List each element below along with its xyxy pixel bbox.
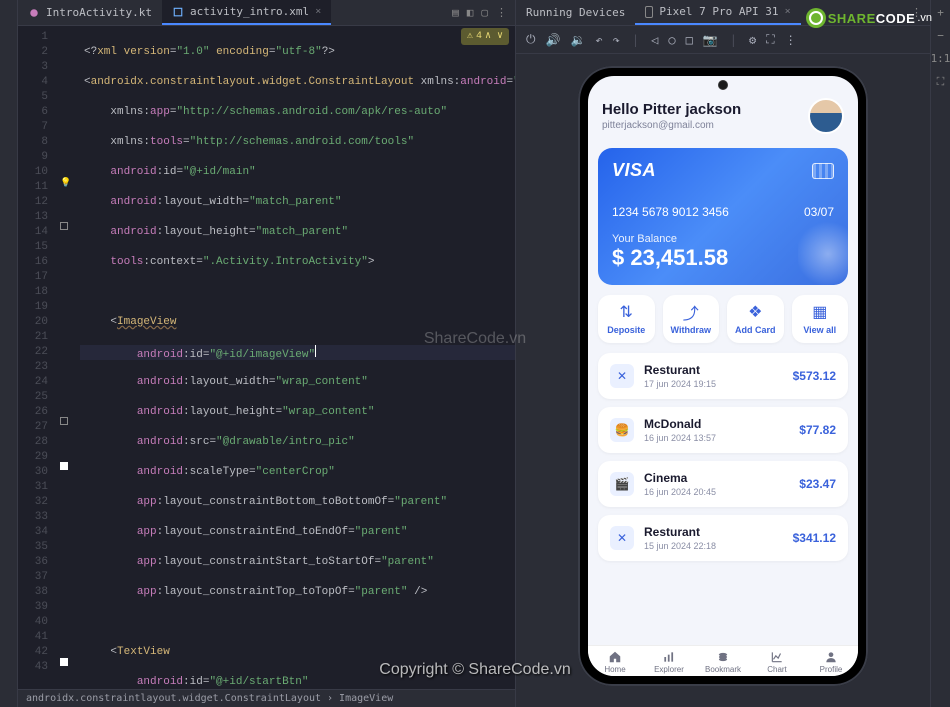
- design-view-icon[interactable]: ▢: [481, 6, 488, 19]
- phone-camera: [718, 80, 728, 90]
- color-swatch-icon[interactable]: [60, 658, 68, 666]
- withdraw-button[interactable]: ⤴ Withdraw: [663, 295, 720, 343]
- grid-icon: ▦: [794, 303, 847, 321]
- phone-screen[interactable]: Hello Pitter jackson pitterjackson@gmail…: [588, 76, 858, 676]
- cinema-icon: 🎬: [610, 472, 634, 496]
- bookmark-icon[interactable]: [60, 222, 68, 230]
- card-number: 1234 5678 9012 3456: [612, 205, 729, 219]
- editor-panel: IntroActivity.kt activity_intro.xml × ▤ …: [18, 0, 515, 707]
- emulator-panel: Running Devices Pixel 7 Pro API 31 × + ⋮…: [515, 0, 930, 707]
- zoom-actual-button[interactable]: ⛶: [937, 75, 945, 89]
- greeting-text: Hello Pitter jackson: [602, 101, 808, 118]
- nav-home[interactable]: Home: [588, 650, 642, 674]
- close-icon[interactable]: ×: [785, 6, 791, 17]
- power-icon[interactable]: ⏻: [526, 32, 536, 47]
- nav-chart[interactable]: Chart: [750, 650, 804, 674]
- activity-bar[interactable]: [0, 0, 18, 707]
- zoom-out-button[interactable]: −: [937, 29, 944, 42]
- sharecode-logo: SHARECODE.vn: [806, 8, 932, 28]
- right-tool-sidebar: + − 1:1 ⛶: [930, 0, 950, 707]
- volume-down-icon[interactable]: 🔉: [570, 33, 585, 47]
- extend-icon[interactable]: ⛶: [766, 32, 774, 47]
- food-icon: 🍔: [610, 418, 634, 442]
- split-view-icon[interactable]: ◧: [467, 6, 474, 19]
- tx-amount: $573.12: [793, 369, 836, 383]
- bottom-navigation: Home Explorer Bookmark Chart Profile: [588, 645, 858, 676]
- balance-label: Your Balance: [612, 233, 834, 245]
- card-brand: VISA: [612, 160, 656, 181]
- more-icon[interactable]: ⋮: [785, 33, 797, 47]
- deposit-icon: ⇅: [600, 303, 653, 321]
- user-email: pitterjackson@gmail.com: [602, 120, 808, 131]
- gutter-icons: 💡: [54, 26, 80, 689]
- volume-up-icon[interactable]: 🔊: [546, 33, 561, 47]
- tab-pixel7[interactable]: Pixel 7 Pro API 31 ×: [635, 0, 800, 25]
- code-content[interactable]: <?xml version="1.0" encoding="utf-8"?> <…: [80, 26, 515, 689]
- more-icon[interactable]: ⋮: [496, 6, 507, 19]
- tab-activity-intro-xml[interactable]: activity_intro.xml ×: [162, 0, 331, 25]
- view-all-button[interactable]: ▦ View all: [792, 295, 849, 343]
- code-editor[interactable]: ⚠ 4 ∧ ∨ 12345678910111213141516171819202…: [18, 26, 515, 689]
- emulator-viewport: Hello Pitter jackson pitterjackson@gmail…: [516, 54, 930, 707]
- tx-amount: $23.47: [799, 477, 836, 491]
- transaction-item[interactable]: ✕ Resturant15 jun 2024 22:18 $341.12: [598, 515, 848, 561]
- card-expiry: 03/07: [804, 205, 834, 219]
- screenshot-icon[interactable]: 📷: [703, 33, 718, 47]
- phone-icon: [645, 6, 653, 18]
- transaction-item[interactable]: 🎬 Cinema16 jun 2024 20:45 $23.47: [598, 461, 848, 507]
- add-card-icon: ❖: [729, 303, 782, 321]
- deposit-button[interactable]: ⇅ Deposite: [598, 295, 655, 343]
- tx-amount: $77.82: [799, 423, 836, 437]
- breadcrumb[interactable]: androidx.constraintlayout.widget.Constra…: [18, 689, 515, 707]
- avatar[interactable]: [808, 98, 844, 134]
- bookmark-icon[interactable]: [60, 417, 68, 425]
- restaurant-icon: ✕: [610, 526, 634, 550]
- overview-icon[interactable]: □: [686, 33, 693, 47]
- withdraw-icon: ⤴: [665, 303, 718, 321]
- code-view-icon[interactable]: ▤: [452, 6, 459, 19]
- transaction-item[interactable]: ✕ Resturant17 jun 2024 19:15 $573.12: [598, 353, 848, 399]
- nav-profile[interactable]: Profile: [804, 650, 858, 674]
- back-icon[interactable]: ◁: [651, 33, 658, 47]
- tab-introactivity-kt[interactable]: IntroActivity.kt: [18, 0, 162, 25]
- lightbulb-icon[interactable]: 💡: [60, 176, 71, 191]
- xml-file-icon: [172, 6, 184, 18]
- transaction-item[interactable]: 🍔 McDonald16 jun 2024 13:57 $77.82: [598, 407, 848, 453]
- restaurant-icon: ✕: [610, 364, 634, 388]
- close-icon[interactable]: ×: [315, 6, 321, 17]
- tx-amount: $341.12: [793, 531, 836, 545]
- settings-icon[interactable]: ⚙: [749, 33, 756, 47]
- color-swatch-icon[interactable]: [60, 462, 68, 470]
- zoom-fit-button[interactable]: 1:1: [931, 52, 950, 65]
- zoom-in-button[interactable]: +: [937, 6, 944, 19]
- transaction-list[interactable]: ✕ Resturant17 jun 2024 19:15 $573.12 🍔 M…: [588, 349, 858, 645]
- line-number-gutter: 1234567891011121314151617181920212223242…: [18, 26, 54, 689]
- rotate-right-icon[interactable]: ↷: [613, 33, 620, 47]
- add-card-button[interactable]: ❖ Add Card: [727, 295, 784, 343]
- chip-icon: [812, 163, 834, 179]
- nav-explorer[interactable]: Explorer: [642, 650, 696, 674]
- credit-card[interactable]: VISA 1234 5678 9012 3456 03/07 Your Bala…: [598, 148, 848, 285]
- home-icon[interactable]: ○: [668, 33, 675, 47]
- phone-frame: Hello Pitter jackson pitterjackson@gmail…: [578, 66, 868, 686]
- rotate-left-icon[interactable]: ↶: [595, 33, 602, 47]
- tab-running-devices[interactable]: Running Devices: [516, 0, 635, 25]
- nav-bookmark[interactable]: Bookmark: [696, 650, 750, 674]
- quick-actions: ⇅ Deposite ⤴ Withdraw ❖ Add Card ▦: [588, 285, 858, 349]
- editor-tabs: IntroActivity.kt activity_intro.xml × ▤ …: [18, 0, 515, 26]
- kotlin-file-icon: [28, 7, 40, 19]
- emulator-toolbar: ⏻ 🔊 🔉 ↶ ↷ | ◁ ○ □ 📷 | ⚙ ⛶ ⋮: [516, 26, 930, 54]
